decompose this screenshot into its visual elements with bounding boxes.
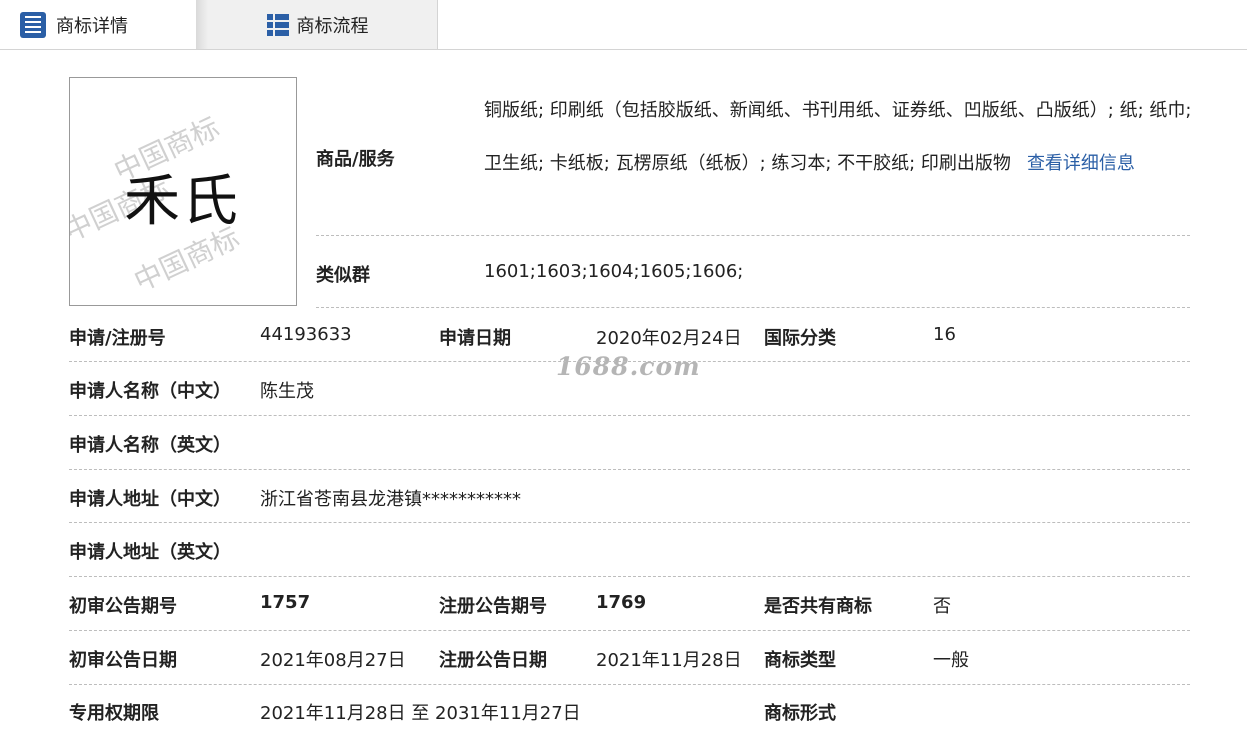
divider [69,361,1190,362]
tm-type-label: 商标类型 [764,650,836,671]
applicant-en-label: 申请人名称（英文） [69,435,231,456]
term-value: 2021年11月28日 至 2031年11月27日 [260,703,581,724]
similar-group-value: 1601;1603;1604;1605;1606; [484,261,744,282]
prelim-no-value: 1757 [260,592,311,613]
prelim-date-label: 初审公告日期 [69,650,177,671]
tm-type-value: 一般 [933,650,969,671]
reg-notice-no-label: 注册公告期号 [439,596,547,617]
prelim-no-label: 初审公告期号 [69,596,177,617]
similar-group-label: 类似群 [316,265,370,286]
tab-trademark-process-label: 商标流程 [296,15,369,37]
divider [69,522,1190,523]
divider [69,469,1190,470]
reg-notice-no-value: 1769 [596,592,647,613]
term-label: 专用权期限 [69,703,159,724]
applicant-cn-value: 陈生茂 [260,381,314,402]
list-icon [20,11,46,38]
apply-date-value: 2020年02月24日 [596,328,742,349]
divider [69,684,1190,685]
divider [316,307,1190,308]
reg-notice-date-label: 注册公告日期 [439,650,547,671]
prelim-date-value: 2021年08月27日 [260,650,406,671]
shared-value: 否 [933,596,951,617]
address-cn-label: 申请人地址（中文） [69,489,231,510]
divider [69,630,1190,631]
tab-bar: 商标详情 商标流程 [0,0,1247,50]
goods-value: 铜版纸; 印刷纸（包括胶版纸、新闻纸、书刊用纸、证券纸、凹版纸、凸版纸）; 纸;… [484,84,1194,190]
trademark-image: 中国商标 中国商标 中国商标 禾氏 [69,77,297,306]
tab-trademark-process[interactable]: 商标流程 [196,0,438,49]
reg-no-value: 44193633 [260,324,352,345]
intl-class-label: 国际分类 [764,328,836,349]
shared-label: 是否共有商标 [764,596,872,617]
reg-no-label: 申请/注册号 [69,328,166,349]
reg-notice-date-value: 2021年11月28日 [596,650,742,671]
intl-class-value: 16 [933,324,956,345]
divider [69,576,1190,577]
tm-form-label: 商标形式 [764,703,836,724]
tab-trademark-detail[interactable]: 商标详情 [0,0,198,49]
apply-date-label: 申请日期 [439,328,511,349]
view-details-link[interactable]: 查看详细信息 [1027,153,1135,174]
goods-label: 商品/服务 [316,149,395,170]
tab-trademark-detail-label: 商标详情 [56,15,128,37]
divider [69,415,1190,416]
address-en-label: 申请人地址（英文） [69,542,231,563]
divider [316,235,1190,236]
grid-list-icon [266,13,289,36]
site-watermark: 1688.com [556,352,701,381]
applicant-cn-label: 申请人名称（中文） [69,381,231,402]
trademark-logo-text: 禾氏 [124,169,240,234]
address-cn-value: 浙江省苍南县龙港镇*********** [260,489,521,510]
